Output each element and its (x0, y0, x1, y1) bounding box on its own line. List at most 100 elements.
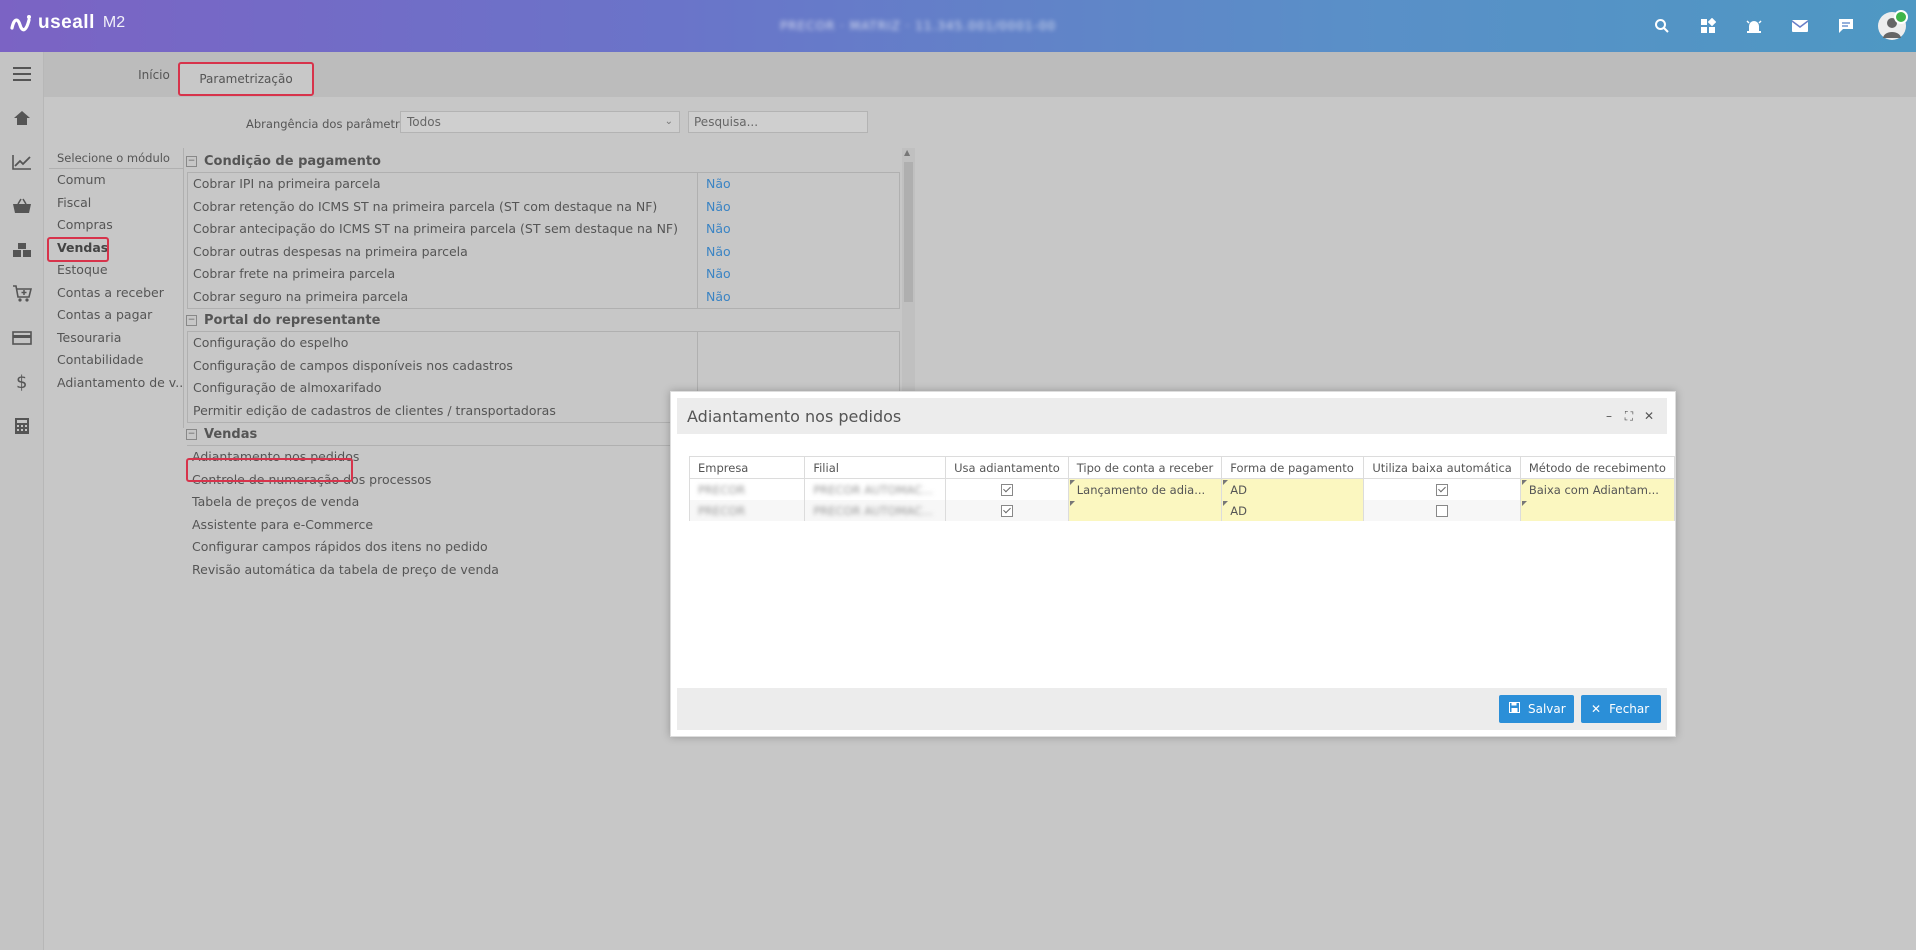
chart-icon[interactable] (0, 140, 43, 184)
module-item[interactable]: Contas a pagar (49, 304, 183, 327)
param-row[interactable]: Configuração de campos disponíveis nos c… (188, 354, 899, 378)
selected-param-highlight (186, 458, 353, 482)
search-icon[interactable] (1648, 12, 1676, 40)
column-header[interactable]: Tipo de conta a receber (1067, 456, 1223, 479)
mail-icon[interactable] (1786, 12, 1814, 40)
param-row[interactable]: Cobrar antecipação do ICMS ST na primeir… (188, 218, 899, 241)
table-row[interactable]: PRECOR PRECOR AUTOMAC... Lançamento de a… (688, 478, 1676, 500)
param-name: Cobrar seguro na primeira parcela (188, 285, 698, 308)
svg-text:$: $ (16, 372, 27, 392)
section-header[interactable]: − Portal do representante (186, 309, 900, 331)
collapse-icon[interactable]: − (186, 428, 197, 440)
param-value[interactable]: Não (698, 173, 731, 196)
column-header[interactable]: Usa adiantamento (945, 456, 1069, 479)
param-name: Cobrar outras despesas na primeira parce… (188, 240, 698, 263)
param-table: Cobrar IPI na primeira parcela Não Cobrar… (187, 172, 900, 309)
metodo-cell[interactable] (1519, 500, 1676, 521)
column-header[interactable]: Utiliza baixa automática (1363, 456, 1521, 479)
param-row[interactable]: Cobrar retenção do ICMS ST na primeira p… (188, 195, 899, 219)
param-row[interactable]: Cobrar frete na primeira parcela Não (188, 263, 899, 286)
column-header[interactable]: Empresa (688, 456, 806, 479)
edited-corner-icon (1223, 480, 1229, 485)
param-row[interactable]: Configuração do espelho (188, 332, 899, 355)
baixa-automatica-cell[interactable] (1363, 500, 1521, 521)
usa-adiantamento-cell[interactable] (945, 478, 1069, 500)
param-value[interactable]: Não (698, 196, 731, 219)
baixa-automatica-cell[interactable] (1363, 478, 1521, 500)
module-item[interactable]: Comum (49, 169, 183, 192)
param-name: Configuração do espelho (188, 332, 698, 355)
module-item[interactable]: Contabilidade (49, 349, 183, 372)
collapse-icon[interactable]: − (186, 314, 197, 326)
params-scrollbar[interactable]: ▲ (902, 148, 915, 398)
empresa-cell[interactable]: PRECOR (688, 500, 806, 521)
calculator-icon[interactable] (0, 404, 43, 448)
close-button[interactable]: ✕ Fechar (1581, 695, 1661, 723)
forma-pagamento-cell[interactable]: AD (1221, 478, 1365, 500)
module-item[interactable]: Adiantamento de v... (49, 372, 183, 395)
filial-cell[interactable]: PRECOR AUTOMAC... (804, 478, 947, 500)
chevron-down-icon: ⌄ (664, 116, 673, 127)
param-value[interactable] (698, 332, 706, 355)
module-item[interactable]: Estoque (49, 259, 183, 282)
usa-adiantamento-cell[interactable] (945, 500, 1069, 521)
param-row[interactable]: Cobrar seguro na primeira parcela Não (188, 285, 899, 309)
param-row[interactable]: Cobrar outras despesas na primeira parce… (188, 240, 899, 264)
scroll-up-icon[interactable]: ▲ (904, 148, 910, 157)
close-icon[interactable]: ✕ (1639, 408, 1659, 424)
maximize-icon[interactable]: ⛶ (1619, 408, 1639, 424)
module-item[interactable]: Fiscal (49, 192, 183, 215)
minimize-icon[interactable]: – (1599, 408, 1619, 424)
section-header[interactable]: − Condição de pagamento (186, 150, 900, 172)
basket-icon[interactable] (0, 184, 43, 228)
param-value[interactable]: Não (698, 286, 731, 309)
apps-icon[interactable] (1694, 12, 1722, 40)
column-header[interactable]: Método de recebimento (1519, 456, 1676, 479)
search-input[interactable]: Pesquisa... (688, 111, 868, 133)
left-nav: $ (0, 52, 44, 950)
param-name: Cobrar frete na primeira parcela (188, 263, 698, 286)
app-logo[interactable]: useall M2 (10, 12, 125, 34)
tipo-conta-cell[interactable]: Lançamento de adia... (1067, 478, 1223, 500)
company-context: PRECOR · MATRIZ · 11.345.001/0001-00 (780, 19, 1057, 33)
baixa-automatica-checkbox[interactable] (1436, 505, 1449, 517)
metodo-cell[interactable]: Baixa com Adiantam... (1519, 478, 1676, 500)
tipo-conta-cell[interactable] (1067, 500, 1223, 521)
param-value[interactable]: Não (698, 263, 731, 286)
close-button-label: Fechar (1609, 702, 1650, 716)
usa-adiantamento-checkbox[interactable] (1000, 484, 1013, 496)
home-icon[interactable] (0, 96, 43, 140)
module-item[interactable]: Tesouraria (49, 327, 183, 350)
collapse-icon[interactable]: − (186, 155, 197, 167)
close-icon: ✕ (1591, 702, 1602, 716)
param-value[interactable]: Não (698, 218, 731, 241)
forma-pagamento-value: AD (1230, 482, 1247, 497)
menu-icon[interactable] (0, 52, 43, 96)
column-header[interactable]: Filial (804, 456, 947, 479)
cart-add-icon[interactable] (0, 272, 43, 316)
usa-adiantamento-checkbox[interactable] (1000, 505, 1013, 517)
boxes-icon[interactable] (0, 228, 43, 272)
scope-select[interactable]: Todos ⌄ (400, 111, 680, 133)
param-name: Configuração de almoxarifado (188, 377, 698, 400)
user-avatar[interactable] (1878, 10, 1908, 40)
empresa-cell[interactable]: PRECOR (688, 478, 806, 500)
module-item[interactable]: Contas a receber (49, 282, 183, 305)
tab-parametrizacao[interactable]: Parametrização (178, 62, 314, 96)
scrollbar-thumb[interactable] (904, 162, 913, 302)
credit-card-icon[interactable] (0, 316, 43, 360)
save-button[interactable]: Salvar (1499, 695, 1574, 723)
filial-cell[interactable]: PRECOR AUTOMAC... (804, 500, 947, 521)
forma-pagamento-cell[interactable]: AD (1221, 500, 1365, 521)
param-row[interactable]: Cobrar IPI na primeira parcela Não (188, 173, 899, 196)
param-value[interactable] (698, 355, 706, 378)
baixa-automatica-checkbox[interactable] (1436, 484, 1449, 496)
dollar-icon[interactable]: $ (0, 360, 43, 404)
tipo-conta-value: Lançamento de adia... (1076, 482, 1206, 497)
alarm-icon[interactable] (1740, 12, 1768, 40)
module-item[interactable]: Compras (49, 214, 183, 237)
chat-icon[interactable] (1832, 12, 1860, 40)
param-value[interactable]: Não (698, 241, 731, 264)
table-row[interactable]: PRECOR PRECOR AUTOMAC... AD (688, 500, 1676, 521)
column-header[interactable]: Forma de pagamento (1221, 456, 1365, 479)
